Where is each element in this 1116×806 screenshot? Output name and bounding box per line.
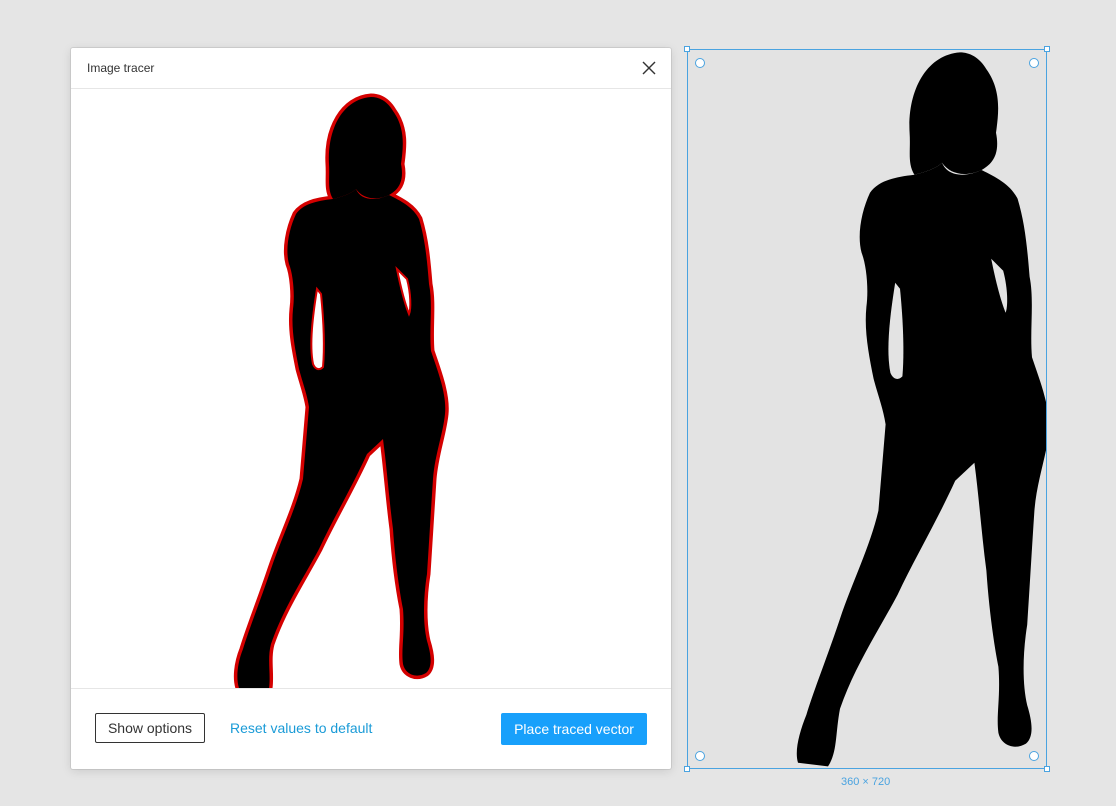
selected-frame[interactable]: [684, 46, 1050, 772]
frame-dimensions-text: 360 × 720: [841, 776, 891, 788]
image-tracer-dialog: Image tracer Show options Reset values t…: [71, 48, 671, 769]
rotate-handle-bottom-left[interactable]: [695, 751, 705, 761]
editor-canvas: Image tracer Show options Reset values t…: [0, 0, 1116, 806]
close-icon[interactable]: [639, 58, 659, 78]
silhouette-preview-image: [71, 89, 671, 688]
resize-handle-bottom-right[interactable]: [1044, 766, 1050, 772]
resize-handle-top-right[interactable]: [1044, 46, 1050, 52]
traced-vector-silhouette[interactable]: [688, 50, 1048, 770]
dialog-footer: Show options Reset values to default Pla…: [71, 688, 671, 770]
trace-preview: [71, 89, 671, 688]
rotate-handle-bottom-right[interactable]: [1029, 751, 1039, 761]
rotate-handle-top-right[interactable]: [1029, 58, 1039, 68]
reset-values-link[interactable]: Reset values to default: [230, 720, 372, 736]
resize-handle-top-left[interactable]: [684, 46, 690, 52]
dialog-header: Image tracer: [71, 48, 671, 89]
rotate-handle-top-left[interactable]: [695, 58, 705, 68]
place-traced-vector-button[interactable]: Place traced vector: [501, 713, 647, 745]
resize-handle-bottom-left[interactable]: [684, 766, 690, 772]
dialog-title: Image tracer: [87, 61, 155, 75]
show-options-button[interactable]: Show options: [95, 713, 205, 743]
